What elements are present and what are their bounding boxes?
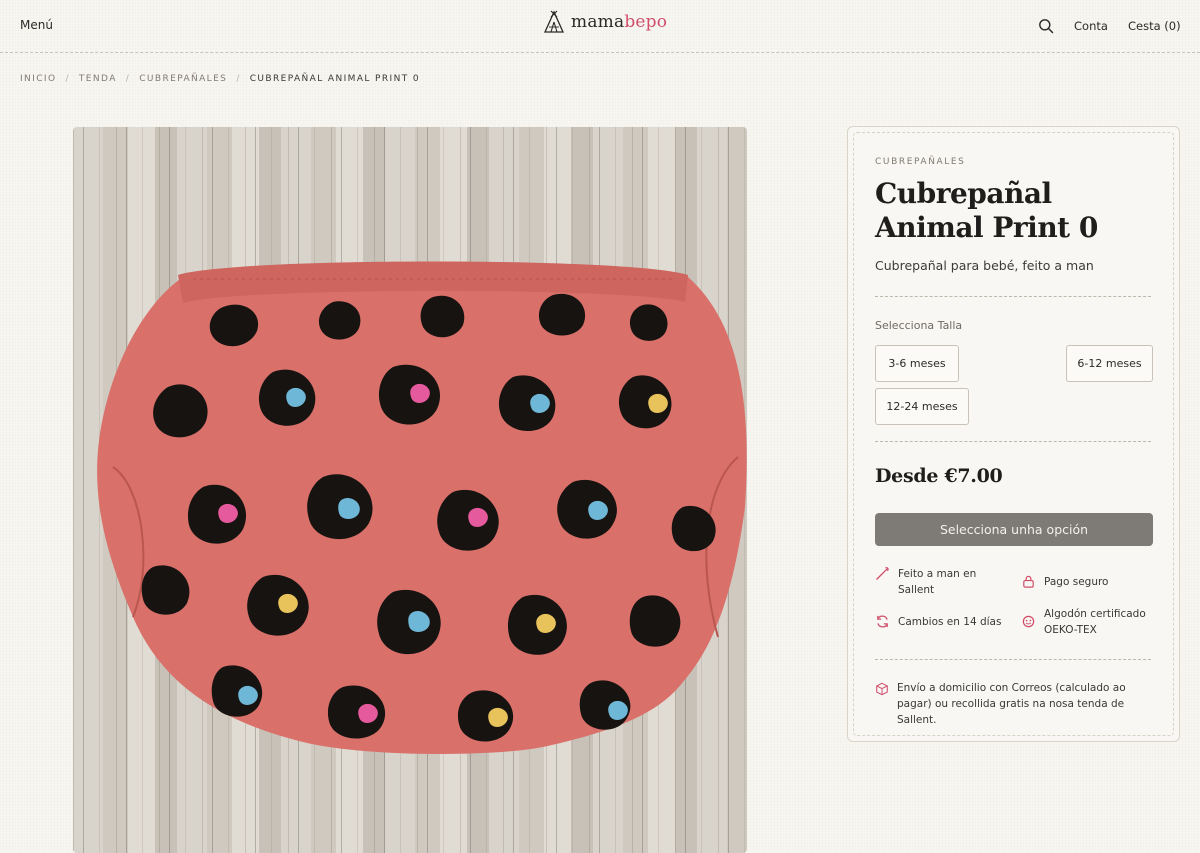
product-price: Desde €7.00 bbox=[875, 465, 1003, 487]
divider bbox=[875, 659, 1151, 660]
diaper-cover-illustration bbox=[97, 261, 747, 754]
breadcrumb-category[interactable]: CUBREPAÑALES bbox=[139, 74, 227, 84]
size-option-3-6[interactable]: 3-6 meses bbox=[875, 345, 959, 382]
product-image[interactable] bbox=[73, 127, 747, 853]
product-subtitle: Cubrepañal para bebé, feito a man bbox=[875, 258, 1094, 273]
product-info-panel: CUBREPAÑALES Cubrepañal Animal Print 0 C… bbox=[847, 126, 1180, 742]
size-option-12-24[interactable]: 12-24 meses bbox=[875, 388, 969, 425]
feature-text: Pago seguro bbox=[1044, 576, 1109, 588]
divider bbox=[875, 296, 1151, 297]
tent-logo-icon bbox=[543, 10, 565, 33]
search-icon[interactable] bbox=[1038, 18, 1054, 34]
breadcrumb-separator: / bbox=[125, 74, 131, 84]
box-icon bbox=[876, 682, 888, 696]
cart-link[interactable]: Cesta (0) bbox=[1128, 19, 1181, 33]
select-option-button[interactable]: Selecciona unha opción bbox=[875, 513, 1153, 546]
feature-text: Cambios en 14 días bbox=[898, 616, 1002, 628]
breadcrumb-current: CUBREPAÑAL ANIMAL PRINT 0 bbox=[249, 74, 421, 84]
breadcrumb-home[interactable]: INICIO bbox=[20, 74, 56, 84]
logo-text: mamabepo bbox=[571, 12, 668, 32]
menu-button[interactable]: Menú bbox=[20, 18, 53, 32]
feature-certified-cotton: Algodón certificado OEKO-TEX bbox=[1021, 606, 1156, 638]
site-header: Menú mamabepo Conta Cesta (0) bbox=[0, 0, 1200, 53]
feature-text: Feito a man en Sallent bbox=[898, 568, 977, 596]
shipping-text: Envío a domicilio con Correos (calculado… bbox=[897, 682, 1126, 726]
account-link[interactable]: Conta bbox=[1074, 19, 1108, 33]
product-title: Cubrepañal Animal Print 0 bbox=[875, 177, 1098, 244]
needle-icon bbox=[876, 567, 889, 580]
breadcrumb-separator: / bbox=[65, 74, 70, 84]
divider bbox=[875, 441, 1151, 442]
size-label: Selecciona Talla bbox=[875, 319, 963, 332]
badge-icon bbox=[1022, 615, 1035, 628]
breadcrumb: INICIO / TENDA / CUBREPAÑALES / CUBREPAÑ… bbox=[20, 74, 420, 84]
feature-returns: Cambios en 14 días bbox=[875, 614, 1015, 630]
size-option-6-12[interactable]: 6-12 meses bbox=[1066, 345, 1153, 382]
product-category[interactable]: CUBREPAÑALES bbox=[875, 157, 966, 167]
refresh-icon bbox=[877, 615, 888, 628]
breadcrumb-separator: / bbox=[236, 74, 241, 84]
shipping-info: Envío a domicilio con Correos (calculado… bbox=[875, 680, 1160, 728]
feature-secure-payment: Pago seguro bbox=[1021, 574, 1151, 590]
feature-handmade: Feito a man en Sallent bbox=[875, 566, 1005, 598]
breadcrumb-shop[interactable]: TENDA bbox=[79, 74, 117, 84]
lock-icon bbox=[1023, 575, 1034, 588]
feature-text: Algodón certificado OEKO-TEX bbox=[1044, 608, 1146, 636]
logo[interactable]: mamabepo bbox=[543, 10, 667, 34]
